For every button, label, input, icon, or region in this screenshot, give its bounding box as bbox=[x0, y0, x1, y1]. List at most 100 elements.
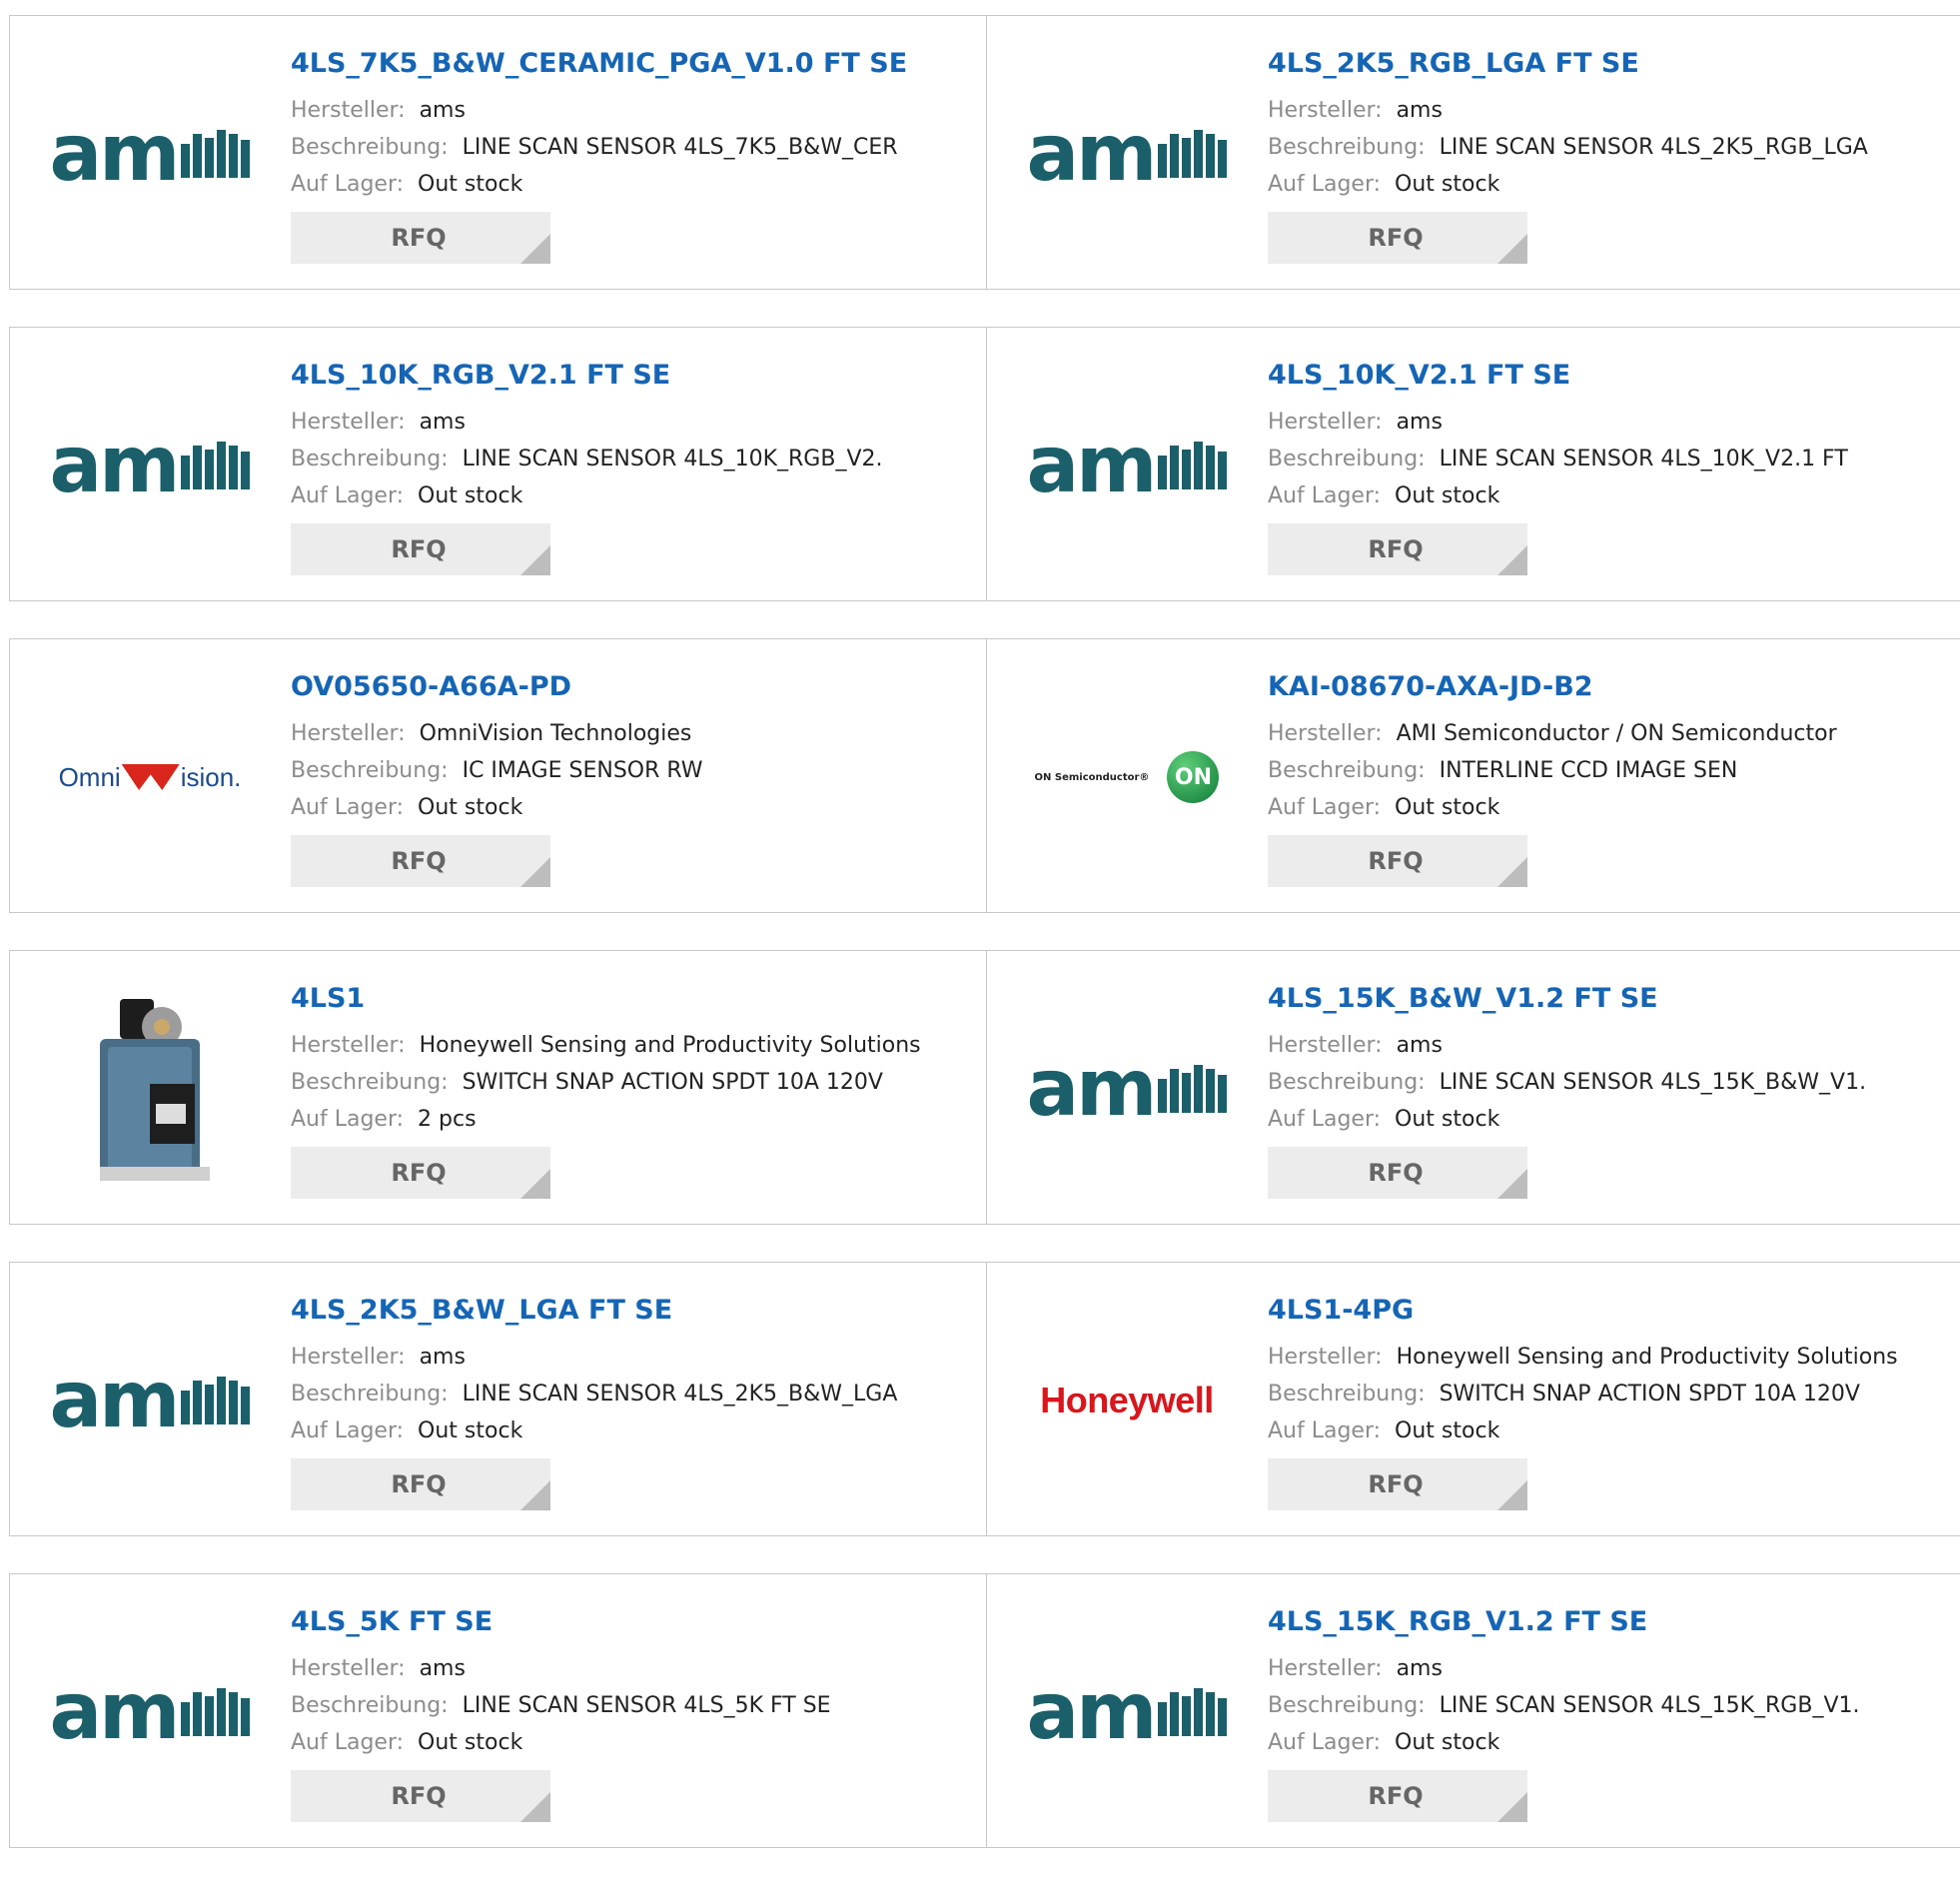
manufacturer-logo[interactable]: am bbox=[50, 416, 251, 515]
manufacturer-label: Hersteller: bbox=[1268, 1033, 1383, 1058]
rfq-button[interactable]: RFQ bbox=[1268, 1147, 1527, 1199]
description-label: Beschreibung: bbox=[291, 1382, 449, 1407]
manufacturer-logo[interactable]: Honeywell bbox=[1027, 1351, 1227, 1450]
rfq-button[interactable]: RFQ bbox=[291, 1147, 550, 1199]
rfq-button-label: RFQ bbox=[1368, 1159, 1424, 1187]
ams-logo-letters: am bbox=[49, 1667, 181, 1757]
product-card: Omni ision. OV05650-A66A-PD Hersteller: Om… bbox=[10, 639, 987, 912]
ams-bars-icon bbox=[181, 130, 251, 178]
rfq-button[interactable]: RFQ bbox=[1268, 835, 1527, 887]
description-row: Beschreibung: LINE SCAN SENSOR 4LS_7K5_B&… bbox=[291, 129, 907, 166]
product-card: am 4LS_2K5_B&W_LGA FT SE Hersteller: ams … bbox=[10, 1263, 987, 1535]
onsemi-logo-text: ON Semiconductor® bbox=[1034, 771, 1150, 783]
product-card: am 4LS_15K_RGB_V1.2 FT SE Hersteller: ams… bbox=[987, 1574, 1960, 1847]
omnivision-logo-text: Omni bbox=[58, 761, 121, 792]
product-title-link[interactable]: OV05650-A66A-PD bbox=[291, 669, 703, 705]
stock-label: Auf Lager: bbox=[1268, 1107, 1382, 1132]
product-card: ON Semiconductor® ON KAI-08670-AXA-JD-B2 … bbox=[987, 639, 1960, 912]
rfq-button-label: RFQ bbox=[1368, 535, 1424, 563]
product-title-link[interactable]: 4LS_15K_RGB_V1.2 FT SE bbox=[1268, 1604, 1860, 1640]
product-info: 4LS_2K5_RGB_LGA FT SE Hersteller: ams Bes… bbox=[1268, 46, 1868, 264]
description-value: INTERLINE CCD IMAGE SEN bbox=[1439, 758, 1738, 783]
manufacturer-logo[interactable] bbox=[50, 999, 250, 1181]
manufacturer-logo[interactable]: am bbox=[1027, 1662, 1228, 1762]
description-value: LINE SCAN SENSOR 4LS_10K_RGB_V2. bbox=[462, 447, 883, 471]
rfq-button[interactable]: RFQ bbox=[1268, 523, 1527, 575]
manufacturer-logo[interactable]: Omni ision. bbox=[50, 727, 250, 827]
product-row: 4LS1 Hersteller: Honeywell Sensing and Pr… bbox=[9, 950, 1960, 1225]
manufacturer-label: Hersteller: bbox=[291, 1345, 406, 1370]
manufacturer-logo[interactable]: am bbox=[50, 104, 251, 204]
manufacturer-value: ams bbox=[419, 410, 466, 435]
manufacturer-logo[interactable]: ON Semiconductor® ON bbox=[1027, 727, 1227, 827]
rfq-button[interactable]: RFQ bbox=[1268, 1458, 1527, 1510]
rfq-button[interactable]: RFQ bbox=[291, 212, 550, 264]
description-label: Beschreibung: bbox=[291, 447, 449, 471]
manufacturer-label: Hersteller: bbox=[1268, 410, 1383, 435]
description-row: Beschreibung: SWITCH SNAP ACTION SPDT 10A… bbox=[1268, 1376, 1898, 1413]
description-value: SWITCH SNAP ACTION SPDT 10A 120V bbox=[1439, 1382, 1860, 1407]
description-row: Beschreibung: LINE SCAN SENSOR 4LS_10K_V2… bbox=[1268, 441, 1848, 477]
product-title-link[interactable]: KAI-08670-AXA-JD-B2 bbox=[1268, 669, 1837, 705]
stock-row: Auf Lager: Out stock bbox=[1268, 1724, 1860, 1761]
manufacturer-value: Honeywell Sensing and Productivity Solut… bbox=[1396, 1345, 1898, 1370]
stock-value: Out stock bbox=[1395, 483, 1500, 508]
stock-row: Auf Lager: Out stock bbox=[1268, 477, 1848, 514]
stock-label: Auf Lager: bbox=[1268, 483, 1382, 508]
ams-logo-icon: am bbox=[50, 109, 251, 199]
rfq-button[interactable]: RFQ bbox=[1268, 1770, 1527, 1822]
stock-label: Auf Lager: bbox=[291, 1107, 405, 1132]
rfq-button[interactable]: RFQ bbox=[291, 523, 550, 575]
manufacturer-row: Hersteller: ams bbox=[291, 404, 883, 441]
ams-logo-icon: am bbox=[50, 421, 251, 510]
rfq-button[interactable]: RFQ bbox=[291, 835, 550, 887]
product-title-link[interactable]: 4LS_2K5_RGB_LGA FT SE bbox=[1268, 46, 1868, 82]
product-title-link[interactable]: 4LS_5K FT SE bbox=[291, 1604, 831, 1640]
manufacturer-label: Hersteller: bbox=[291, 1656, 406, 1681]
product-title-link[interactable]: 4LS_2K5_B&W_LGA FT SE bbox=[291, 1293, 897, 1329]
omnivision-v-icon bbox=[121, 764, 180, 790]
ams-logo-letters: am bbox=[1026, 1044, 1158, 1134]
manufacturer-label: Hersteller: bbox=[291, 98, 406, 123]
manufacturer-label: Hersteller: bbox=[291, 721, 406, 746]
product-title-link[interactable]: 4LS_10K_RGB_V2.1 FT SE bbox=[291, 358, 883, 394]
product-title-link[interactable]: 4LS_7K5_B&W_CERAMIC_PGA_V1.0 FT SE bbox=[291, 46, 907, 82]
manufacturer-logo[interactable]: am bbox=[1026, 1039, 1228, 1139]
ams-logo-letters: am bbox=[1026, 1667, 1158, 1757]
description-value: IC IMAGE SENSOR RW bbox=[462, 758, 703, 783]
manufacturer-logo[interactable]: am bbox=[1027, 416, 1228, 515]
manufacturer-row: Hersteller: OmniVision Technologies bbox=[291, 715, 703, 752]
rfq-button[interactable]: RFQ bbox=[291, 1458, 550, 1510]
ams-logo-icon: am bbox=[1027, 1667, 1228, 1757]
description-label: Beschreibung: bbox=[291, 1070, 449, 1095]
rfq-button-label: RFQ bbox=[391, 847, 447, 875]
manufacturer-logo[interactable]: am bbox=[50, 1351, 251, 1450]
description-label: Beschreibung: bbox=[291, 1693, 449, 1718]
product-title-link[interactable]: 4LS1 bbox=[291, 981, 921, 1017]
rfq-button-label: RFQ bbox=[1368, 224, 1424, 252]
rfq-button[interactable]: RFQ bbox=[291, 1770, 550, 1822]
ams-logo-letters: am bbox=[49, 109, 181, 199]
manufacturer-logo[interactable]: am bbox=[1027, 104, 1228, 204]
product-title-link[interactable]: 4LS_15K_B&W_V1.2 FT SE bbox=[1268, 981, 1866, 1017]
rfq-button[interactable]: RFQ bbox=[1268, 212, 1527, 264]
manufacturer-row: Hersteller: ams bbox=[1268, 1650, 1860, 1687]
stock-label: Auf Lager: bbox=[1268, 795, 1382, 820]
manufacturer-value: ams bbox=[419, 1345, 466, 1370]
rfq-button-label: RFQ bbox=[391, 1470, 447, 1498]
ams-logo-icon: am bbox=[50, 1356, 251, 1445]
product-title-link[interactable]: 4LS1-4PG bbox=[1268, 1293, 1898, 1329]
description-value: LINE SCAN SENSOR 4LS_15K_RGB_V1. bbox=[1439, 1693, 1860, 1718]
stock-row: Auf Lager: Out stock bbox=[291, 789, 703, 826]
product-card: am 4LS_2K5_RGB_LGA FT SE Hersteller: ams … bbox=[987, 16, 1960, 289]
manufacturer-label: Hersteller: bbox=[1268, 1656, 1383, 1681]
stock-value: Out stock bbox=[1395, 1107, 1500, 1132]
product-card: am 4LS_7K5_B&W_CERAMIC_PGA_V1.0 FT SE He… bbox=[10, 16, 987, 289]
manufacturer-row: Hersteller: AMI Semiconductor / ON Semico… bbox=[1268, 715, 1837, 752]
ams-logo-icon: am bbox=[1027, 109, 1228, 199]
product-row: am 4LS_2K5_B&W_LGA FT SE Hersteller: ams … bbox=[9, 1262, 1960, 1536]
manufacturer-logo[interactable]: am bbox=[49, 1662, 251, 1762]
product-row: am 4LS_10K_RGB_V2.1 FT SE Hersteller: ams… bbox=[9, 327, 1960, 601]
product-title-link[interactable]: 4LS_10K_V2.1 FT SE bbox=[1268, 358, 1848, 394]
limit-switch-photo-icon bbox=[50, 989, 250, 1189]
